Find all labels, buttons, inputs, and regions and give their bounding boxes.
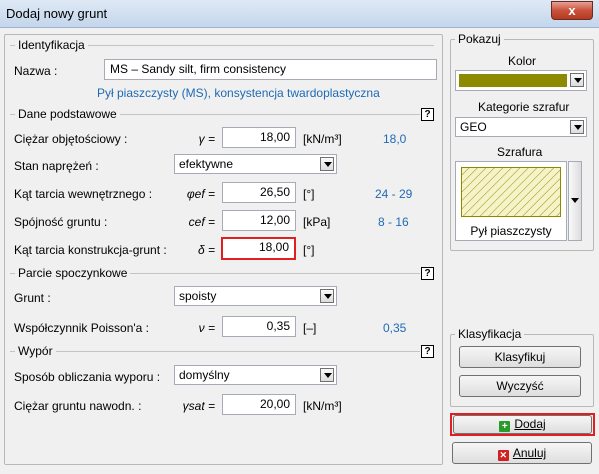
friction-angle-label: Kąt tarcia wewnętrznego : [14,187,153,201]
structure-friction-input[interactable]: 18,00 [221,237,296,260]
cohesion-ref: 8 - 16 [378,215,409,229]
window-title: Dodaj nowy grunt [6,6,108,21]
chevron-down-icon [570,120,584,134]
sat-weight-symbol: γsat = [182,399,215,413]
hatch-name: Pył piaszczysty [470,224,552,238]
friction-angle-symbol: φef = [186,187,215,201]
rest-help-icon[interactable]: ? [421,267,434,280]
hatch-pattern-icon [461,167,561,217]
hatch-preview[interactable]: Pył piaszczysty [455,161,567,241]
close-icon: ✕ [497,450,509,461]
chevron-down-icon [570,73,584,87]
chevron-down-icon [320,157,334,171]
dialog-body: Identyfikacja Nazwa : MS – Sandy silt, f… [0,28,599,474]
poisson-ref: 0,35 [383,321,407,335]
uplift-method-select[interactable]: domyślny [174,365,337,385]
plus-icon: + [499,421,511,432]
classification-heading: Klasyfikacja [455,327,525,341]
classify-button[interactable]: Klasyfikuj [459,346,581,368]
structure-friction-label: Kąt tarcia konstrukcja-grunt : [14,243,167,257]
stress-state-select[interactable]: efektywne [174,154,337,174]
unit-weight-ref: 18,0 [383,132,407,146]
hatch-dropdown-button[interactable] [568,161,582,241]
friction-angle-input[interactable]: 26,50 [222,182,296,203]
uplift-divider [10,351,420,352]
color-select[interactable] [455,70,587,91]
hatch-category-select[interactable]: GEO [455,117,587,137]
uplift-method-value: domyślny [179,368,230,382]
structure-friction-symbol: δ = [197,243,215,257]
hatch-label: Szrafura [497,145,543,159]
title-bar: Dodaj nowy grunt x [0,0,599,28]
sat-weight-label: Ciężar gruntu nawodn. : [14,399,142,413]
uplift-help-icon[interactable]: ? [421,345,434,358]
unit-weight-label: Ciężar objętościowy : [14,132,128,146]
chevron-down-icon [320,289,334,303]
add-button-label: Dodaj [514,417,546,431]
rest-soil-select[interactable]: spoisty [174,286,337,306]
friction-angle-unit: [°] [303,187,315,201]
color-swatch [459,74,567,87]
friction-angle-ref: 24 - 29 [375,187,413,201]
sat-weight-unit: [kN/m³] [303,399,342,413]
poisson-unit: [–] [303,321,317,335]
rest-heading: Parcie spoczynkowe [15,266,131,280]
basic-heading: Dane podstawowe [15,107,120,121]
sat-weight-input[interactable]: 20,00 [222,394,296,415]
poisson-symbol: ν = [198,321,215,335]
stress-state-label: Stan naprężeń : [14,159,99,173]
chevron-down-icon [571,198,579,203]
cohesion-symbol: cef = [188,215,215,229]
add-button[interactable]: + Dodaj [453,415,592,434]
cancel-button-label: Anuluj [512,446,547,460]
clear-button[interactable]: Wyczyść [459,375,581,397]
structure-friction-unit: [°] [303,243,315,257]
unit-weight-symbol: γ = [198,132,215,146]
unit-weight-input[interactable]: 18,00 [222,127,296,148]
uplift-method-label: Sposób obliczania wyporu : [14,370,161,384]
cohesion-input[interactable]: 12,00 [222,210,296,231]
show-heading: Pokazuj [455,32,504,46]
name-input[interactable]: MS – Sandy silt, firm consistency [104,59,437,80]
cancel-button[interactable]: ✕ Anuluj [452,442,592,464]
rest-soil-label: Grunt : [14,291,51,305]
basic-help-icon[interactable]: ? [421,108,434,121]
close-button[interactable]: x [551,1,593,20]
rest-soil-value: spoisty [179,289,217,303]
hatch-category-value: GEO [460,120,487,134]
unit-weight-unit: [kN/m³] [303,132,342,146]
soil-description: Pył piaszczysty (MS), konsystencja tward… [97,86,380,100]
stress-state-value: efektywne [179,157,234,171]
cohesion-unit: [kPa] [303,215,331,229]
uplift-heading: Wypór [15,344,56,358]
color-label: Kolor [508,54,537,68]
name-label: Nazwa : [14,64,58,78]
cohesion-label: Spójność gruntu : [14,215,108,229]
ident-heading: Identyfikacja [15,38,88,52]
poisson-label: Współczynnik Poisson'a : [14,321,150,335]
hatch-category-label: Kategorie szrafur [478,100,570,114]
chevron-down-icon [320,368,334,382]
poisson-input[interactable]: 0,35 [222,316,296,337]
